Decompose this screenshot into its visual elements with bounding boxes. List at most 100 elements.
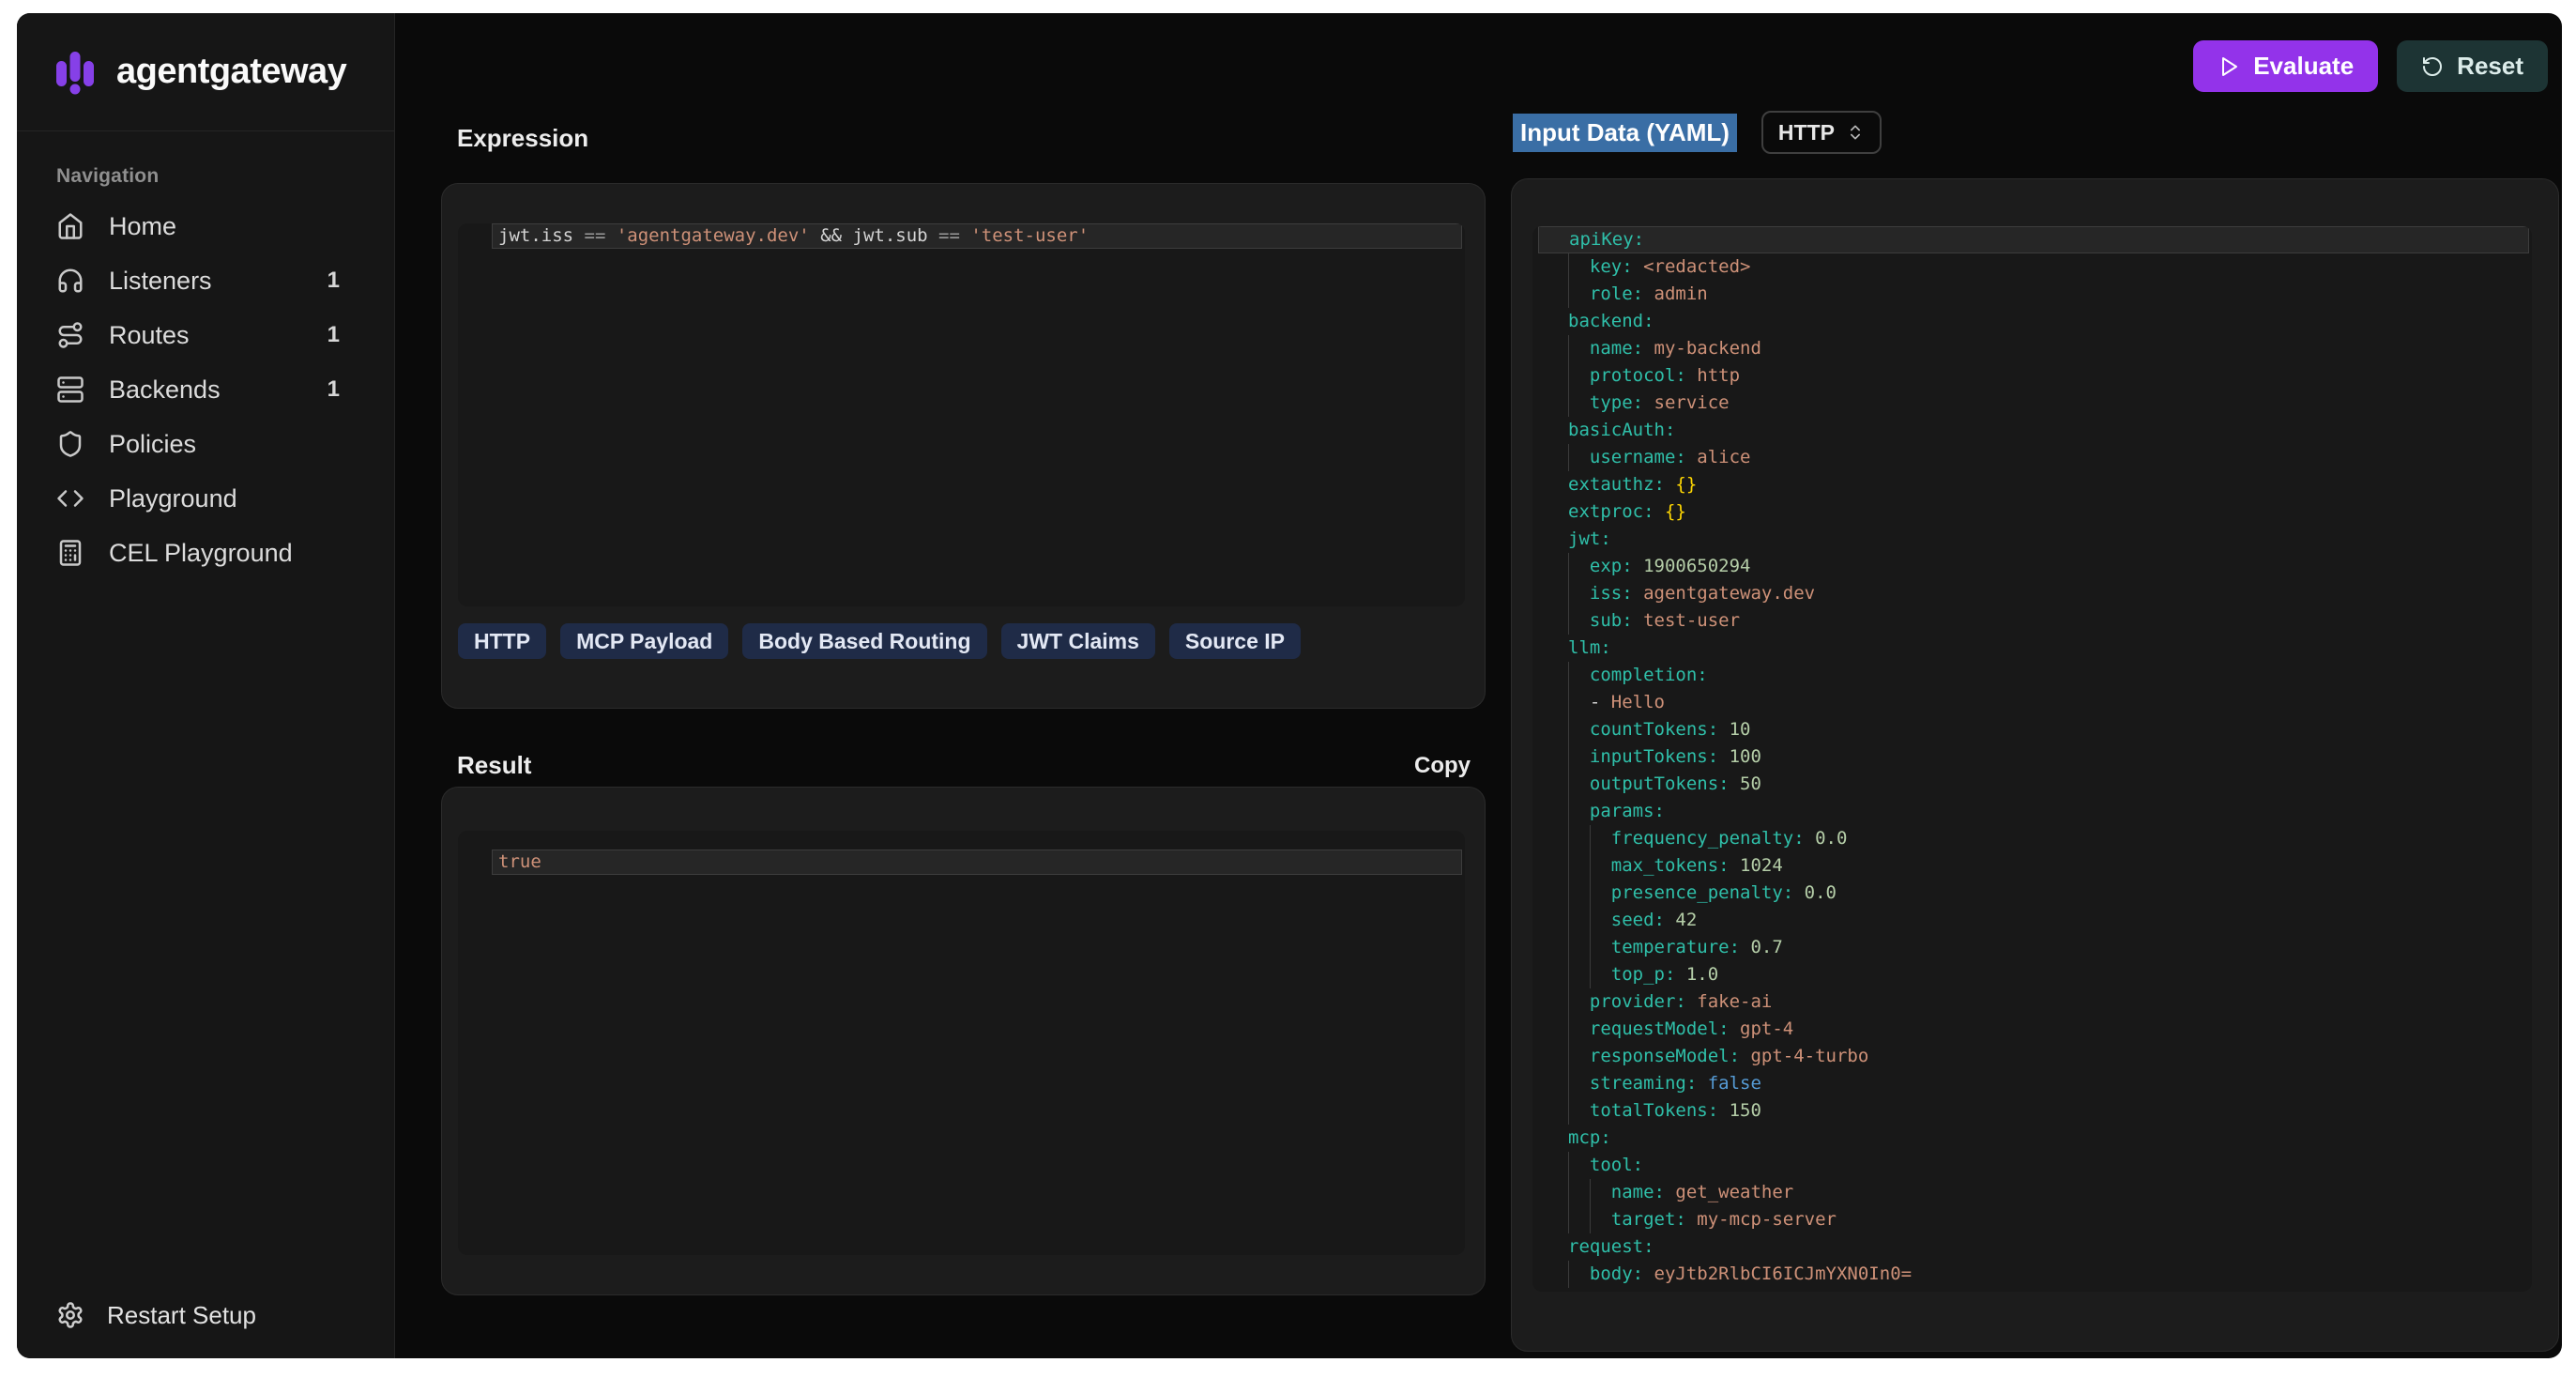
sidebar-spacer [17,580,394,1272]
code-line: body: eyJtb2RlbCI6ICJmYXN0In0= [1532,1261,2532,1288]
sidebar-item-policies[interactable]: Policies [17,417,394,471]
code-line: name: get_weather [1532,1179,2532,1206]
input-data-title: Input Data (YAML) [1513,114,1737,152]
expression-panel: jwt.iss == 'agentgateway.dev' && jwt.sub… [441,183,1486,709]
code-line: role: admin [1532,281,2532,308]
preset-list: HTTP MCP Payload Body Based Routing JWT Cla… [458,623,1301,659]
code-line: type: service [1532,390,2532,417]
sidebar-item-routes[interactable]: Routes 1 [17,308,394,362]
reset-label: Reset [2457,52,2523,81]
code-line: totalTokens: 150 [1532,1097,2532,1125]
sidebar-item-backends[interactable]: Backends 1 [17,362,394,417]
evaluate-label: Evaluate [2253,52,2354,81]
calculator-icon [56,539,84,567]
copy-button[interactable]: Copy [1414,753,1471,779]
code-icon [56,484,84,513]
sidebar-item-label: Routes [109,321,190,350]
chevrons-up-down-icon [1846,123,1865,142]
expression-editor[interactable]: jwt.iss == 'agentgateway.dev' && jwt.sub… [458,223,1465,606]
sidebar-item-listeners[interactable]: Listeners 1 [17,253,394,308]
input-mode-value: HTTP [1778,120,1835,145]
code-line: username: alice [1532,444,2532,471]
server-icon [56,375,84,404]
result-panel: true [441,787,1486,1295]
preset-chip-jwt-claims[interactable]: JWT Claims [1001,623,1155,659]
input-data-panel: apiKey: key: <redacted> role: adminbacke… [1511,178,2559,1352]
sidebar-item-count: 1 [328,268,340,294]
code-line: params: [1532,798,2532,825]
sidebar-item-label: Home [109,212,176,241]
yaml-editor[interactable]: apiKey: key: <redacted> role: adminbacke… [1532,226,2532,1292]
sidebar-item-count: 1 [328,322,340,348]
code-line: name: my-backend [1532,335,2532,362]
code-line: extauthz: {} [1532,471,2532,498]
restart-setup-button[interactable]: Restart Setup [17,1272,394,1358]
code-line: protocol: http [1532,362,2532,390]
code-line: - Hello [1532,689,2532,716]
input-mode-select[interactable]: HTTP [1761,111,1882,154]
input-data-header: Input Data (YAML) HTTP [1513,111,1882,154]
code-line: exp: 1900650294 [1532,553,2532,580]
sidebar-item-label: Playground [109,484,237,513]
code-line: presence_penalty: 0.0 [1532,880,2532,907]
brand-name: agentgateway [116,52,346,92]
home-icon [56,212,84,240]
preset-chip-body-based-routing[interactable]: Body Based Routing [742,623,986,659]
code-line: llm: [1532,635,2532,662]
code-line: true [492,850,1462,875]
play-icon [2218,55,2240,78]
code-line: sub: test-user [1532,607,2532,635]
result-title: Result [457,751,531,780]
sidebar-item-label: Listeners [109,267,212,296]
sidebar-item-label: Policies [109,430,196,459]
code-line: countTokens: 10 [1532,716,2532,743]
sidebar-item-playground[interactable]: Playground [17,471,394,526]
code-line: request: [1532,1233,2532,1261]
code-line: provider: fake-ai [1532,988,2532,1016]
sidebar-item-home[interactable]: Home [17,199,394,253]
reset-button[interactable]: Reset [2397,40,2548,92]
code-line: top_p: 1.0 [1532,961,2532,988]
code-line: streaming: false [1532,1070,2532,1097]
code-line: max_tokens: 1024 [1532,852,2532,880]
code-line: jwt.iss == 'agentgateway.dev' && jwt.sub… [492,223,1462,249]
sidebar-item-count: 1 [328,376,340,403]
result-header: Result Copy [457,751,1471,780]
code-line: requestModel: gpt-4 [1532,1016,2532,1043]
rotate-ccw-icon [2421,55,2444,78]
sidebar-item-label: CEL Playground [109,539,293,568]
evaluate-button[interactable]: Evaluate [2193,40,2378,92]
nav-section-label: Navigation [56,165,394,188]
page: agentgateway Navigation Home Listeners 1 [0,0,2576,1378]
code-line: key: <redacted> [1532,253,2532,281]
code-line: jwt: [1532,526,2532,553]
code-line: apiKey: [1538,226,2529,253]
code-line: basicAuth: [1532,417,2532,444]
result-editor[interactable]: true [458,831,1465,1255]
main-content: Evaluate Reset Expression jwt.iss == 'ag… [395,13,2562,1358]
code-line: inputTokens: 100 [1532,743,2532,771]
code-line: target: my-mcp-server [1532,1206,2532,1233]
code-line: backend: [1532,308,2532,335]
code-line: frequency_penalty: 0.0 [1532,825,2532,852]
restart-setup-label: Restart Setup [107,1301,256,1330]
code-line: completion: [1532,662,2532,689]
code-line: outputTokens: 50 [1532,771,2532,798]
expression-title: Expression [457,124,588,153]
toolbar: Evaluate Reset [2193,40,2548,92]
gear-icon [56,1301,84,1329]
route-icon [56,321,84,349]
brand[interactable]: agentgateway [17,13,394,131]
code-line: iss: agentgateway.dev [1532,580,2532,607]
sidebar-item-cel-playground[interactable]: CEL Playground [17,526,394,580]
sidebar: agentgateway Navigation Home Listeners 1 [17,13,395,1358]
preset-chip-http[interactable]: HTTP [458,623,546,659]
nav-list: Home Listeners 1 Routes 1 Backends 1 [17,199,394,580]
sidebar-item-label: Backends [109,375,221,405]
code-line: responseModel: gpt-4-turbo [1532,1043,2532,1070]
preset-chip-source-ip[interactable]: Source IP [1169,623,1301,659]
headphones-icon [56,267,84,295]
preset-chip-mcp-payload[interactable]: MCP Payload [560,623,728,659]
code-line: temperature: 0.7 [1532,934,2532,961]
code-line: mcp: [1532,1125,2532,1152]
